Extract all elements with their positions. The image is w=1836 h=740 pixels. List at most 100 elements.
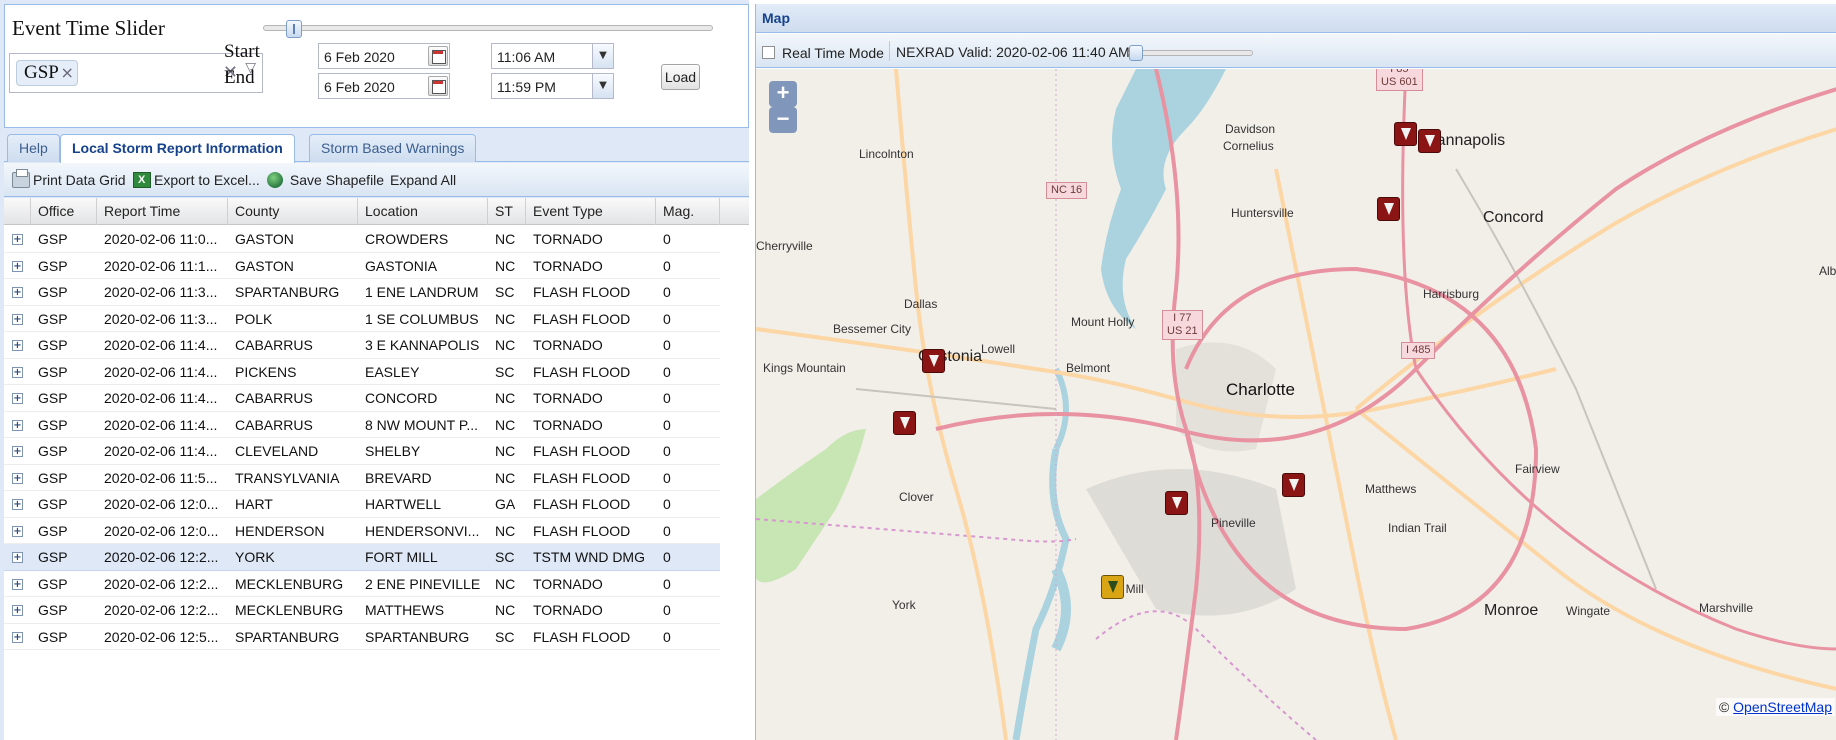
table-row[interactable]: + GSP 2020-02-06 11:4... PICKENS EASLEY SC FLA… (4, 358, 720, 385)
tornado-marker-icon[interactable] (1418, 129, 1441, 153)
nexrad-time-slider[interactable] (1128, 45, 1253, 61)
wind-damage-marker-icon[interactable] (1101, 575, 1124, 599)
expand-row-icon[interactable]: + (12, 313, 23, 325)
chevron-down-icon[interactable]: ▼ (592, 74, 613, 98)
expand-row-icon[interactable]: + (12, 366, 23, 378)
table-row[interactable]: + GSP 2020-02-06 12:2... MECKLENBURG 2 ENE P… (4, 570, 720, 597)
table-row[interactable]: + GSP 2020-02-06 11:3... SPARTANBURG 1 ENE L… (4, 279, 720, 306)
tornado-marker-icon[interactable] (893, 411, 916, 435)
cell-county: MECKLENBURG (235, 575, 344, 592)
cell-event: FLASH FLOOD (533, 310, 631, 327)
column-header[interactable]: Event Type (526, 198, 656, 225)
tab-storm-based-warnings[interactable]: Storm Based Warnings (309, 134, 477, 162)
place-label: Wingate (1566, 604, 1611, 618)
expand-row-icon[interactable]: + (12, 419, 23, 431)
tornado-marker-icon[interactable] (922, 349, 945, 373)
tornado-marker-icon[interactable] (1282, 473, 1305, 497)
column-header[interactable]: Report Time (97, 198, 228, 225)
column-header[interactable]: Office (31, 198, 97, 225)
cell-location: CONCORD (365, 390, 438, 406)
expand-row-icon[interactable]: + (12, 578, 23, 590)
cell-location: GASTONIA (365, 257, 438, 274)
table-row[interactable]: + GSP 2020-02-06 11:0... GASTON CROWDERS NC TO… (4, 226, 720, 253)
event-time-slider[interactable] (263, 20, 713, 38)
expand-row-icon[interactable]: + (12, 446, 23, 457)
expand-row-icon[interactable]: + (12, 552, 23, 563)
end-time-field[interactable]: 11:59 PM ▼ (491, 73, 614, 99)
table-row[interactable]: + GSP 2020-02-06 12:5... SPARTANBURG SPARTAN… (4, 623, 720, 650)
expand-row-icon[interactable]: + (12, 605, 23, 616)
calendar-icon[interactable] (428, 46, 448, 66)
end-date-value: 6 Feb 2020 (324, 79, 395, 95)
cell-event: FLASH FLOOD (533, 363, 631, 380)
cell-mag: 0 (663, 363, 671, 380)
end-date-field[interactable]: 6 Feb 2020 (318, 73, 450, 99)
expand-row-icon[interactable]: + (12, 525, 23, 537)
tornado-marker-icon[interactable] (1394, 122, 1417, 146)
cell-mag: 0 (663, 469, 671, 486)
load-button[interactable]: Load (661, 64, 700, 90)
road-shield: I 485 (1401, 342, 1436, 359)
table-row[interactable]: + GSP 2020-02-06 12:0... HART HARTWELL GA FLAS… (4, 491, 720, 518)
event-time-slider-thumb[interactable] (286, 20, 302, 38)
tag-remove-icon[interactable]: × (60, 61, 73, 85)
nexrad-slider-thumb[interactable] (1129, 45, 1143, 61)
start-time-field[interactable]: 11:06 AM ▼ (491, 43, 614, 69)
place-label: York (892, 598, 916, 612)
expand-row-icon[interactable]: + (12, 631, 23, 643)
expand-row-icon[interactable]: + (12, 287, 23, 298)
calendar-icon[interactable] (428, 76, 448, 96)
openstreetmap-link[interactable]: OpenStreetMap (1733, 699, 1832, 715)
start-date-field[interactable]: 6 Feb 2020 (318, 43, 450, 69)
place-label: Davidson (1225, 122, 1276, 136)
expand-row-icon[interactable]: + (12, 340, 23, 351)
tab-help[interactable]: Help (7, 134, 60, 162)
expand-row-icon[interactable]: + (12, 499, 23, 510)
column-header[interactable]: ST (488, 198, 526, 225)
map-titlebar: Map (756, 4, 1836, 33)
expand-row-icon[interactable]: + (12, 260, 23, 272)
table-row[interactable]: + GSP 2020-02-06 12:0... HENDERSON HENDERSON… (4, 517, 720, 544)
table-row[interactable]: + GSP 2020-02-06 11:4... CABARRUS CONCORD NC T… (4, 385, 720, 412)
cell-county: CABARRUS (235, 416, 313, 433)
table-row[interactable]: + GSP 2020-02-06 11:1... GASTON GASTONIA NC TO… (4, 252, 720, 279)
tornado-marker-icon[interactable] (1165, 491, 1188, 515)
cell-time: 2020-02-06 12:5... (104, 628, 219, 645)
expand-row-icon[interactable]: + (12, 472, 23, 484)
table-row[interactable]: + GSP 2020-02-06 11:4... CLEVELAND SHELBY NC F… (4, 438, 720, 465)
export-excel-button[interactable]: Export to Excel... (133, 172, 260, 188)
real-time-mode-checkbox[interactable] (762, 46, 775, 59)
tab-local-storm-report[interactable]: Local Storm Report Information (60, 134, 295, 163)
column-header[interactable]: Mag. (656, 198, 720, 225)
column-header[interactable]: County (228, 198, 358, 225)
table-row[interactable]: + GSP 2020-02-06 11:4... CABARRUS 3 E KANNAP… (4, 332, 720, 359)
table-row[interactable]: + GSP 2020-02-06 11:5... TRANSYLVANIA BREVAR… (4, 464, 720, 491)
table-row[interactable]: + GSP 2020-02-06 12:2... YORK FORT MILL SC TST… (4, 544, 720, 571)
cell-st: NC (495, 310, 516, 327)
printer-icon (12, 169, 30, 188)
column-header[interactable]: Location (358, 198, 488, 225)
tornado-marker-icon[interactable] (1377, 197, 1400, 221)
grid-header: Office Report Time County Location ST Ev… (4, 198, 749, 225)
zoom-out-button[interactable]: − (769, 107, 797, 133)
expand-all-button[interactable]: Expand All (390, 172, 456, 188)
save-shapefile-button[interactable]: Save Shapefile (267, 172, 384, 188)
zoom-in-button[interactable]: + (769, 81, 797, 107)
table-row[interactable]: + GSP 2020-02-06 11:4... CABARRUS 8 NW MOUNT… (4, 411, 720, 438)
map-title: Map (762, 10, 790, 26)
map-canvas[interactable]: + − Lincolnton Davidson Cornelius Kannap… (756, 69, 1836, 740)
chevron-down-icon[interactable]: ▼ (592, 44, 613, 68)
print-data-grid-button[interactable]: Print Data Grid (12, 169, 126, 188)
table-row[interactable]: + GSP 2020-02-06 11:3... POLK 1 SE COLUMBUS N… (4, 305, 720, 332)
expand-row-icon[interactable]: + (12, 393, 23, 404)
expand-row-icon[interactable]: + (12, 234, 23, 245)
cell-location: CROWDERS (365, 231, 449, 247)
cell-event: TORNADO (533, 231, 603, 247)
table-row[interactable]: + GSP 2020-02-06 12:2... MECKLENBURG MATTHEW… (4, 597, 720, 624)
end-label: End (224, 67, 255, 88)
real-time-mode-label: Real Time Mode (782, 45, 884, 61)
cell-st: NC (495, 337, 516, 353)
cell-event: FLASH FLOOD (533, 628, 631, 645)
cell-mag: 0 (663, 522, 671, 539)
office-tag[interactable]: GSP × (16, 60, 78, 86)
